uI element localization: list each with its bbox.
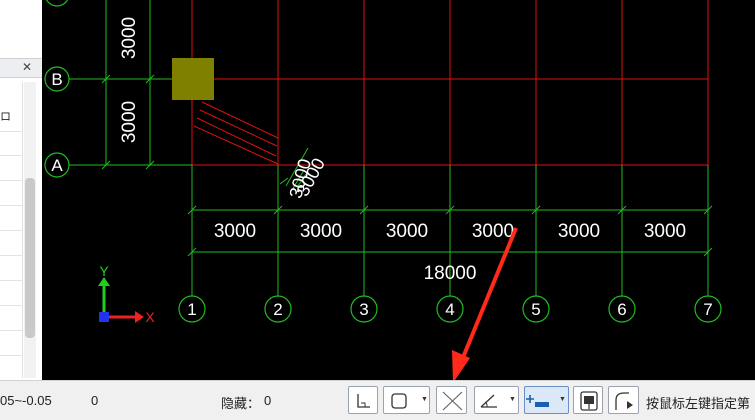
axis-label-b: B (51, 70, 62, 89)
callout-arrow-shaft (460, 227, 518, 361)
panel-row-divider (0, 155, 22, 156)
panel-column-divider (22, 82, 23, 378)
ucs-y-label: Y (99, 263, 109, 279)
polyline-arc-button[interactable] (608, 386, 639, 414)
axis-label-7: 7 (703, 300, 712, 319)
axis-label-6: 6 (617, 300, 626, 319)
dynamic-input-icon (526, 395, 549, 407)
dim-text-5-6: 3000 (558, 221, 600, 242)
cross-icon (442, 391, 463, 411)
axis-label-4: 4 (445, 300, 454, 319)
clip-button[interactable] (573, 386, 603, 414)
ucs-x-arrow (135, 311, 144, 323)
axis-label-a: A (51, 156, 63, 175)
snap-mode-button[interactable]: ▼ (383, 386, 430, 414)
angle-button[interactable]: ▼ (474, 386, 519, 414)
panel-row-divider (0, 355, 22, 356)
clip-icon (580, 391, 598, 411)
panel-row-divider (0, 330, 22, 331)
axis-label-3: 3 (359, 300, 368, 319)
status-value: 0 (91, 393, 99, 408)
panel-cell-text: ロ (0, 111, 11, 123)
elevation-range: 05~-0.05 (0, 393, 52, 408)
column-block[interactable] (172, 58, 214, 100)
command-hint: 按鼠标左键指定第 (646, 396, 751, 411)
chevron-down-icon[interactable]: ▼ (421, 396, 428, 403)
chevron-down-icon[interactable]: ▼ (509, 396, 516, 403)
panel-scrollbar-thumb[interactable] (25, 178, 35, 338)
diagonal-line (199, 109, 278, 147)
row-axis-labels: C B A (51, 0, 63, 175)
dynamic-input-button[interactable]: ▼ (524, 386, 569, 414)
panel-row-divider (0, 205, 22, 206)
panel-row-divider (0, 230, 22, 231)
dim-text-1-2: 3000 (214, 221, 256, 242)
status-bar: 05~-0.05 0 隐藏： 0 ▼ ▼ ▼ 按鼠标左键指定第 (0, 380, 755, 420)
axis-label-c: C (51, 0, 63, 4)
polyline-arc-icon (615, 392, 633, 410)
snap-box-icon (391, 393, 407, 409)
panel-row-divider (0, 280, 22, 281)
callout-arrow-head (452, 350, 470, 380)
dimension-tick (279, 177, 289, 185)
close-icon[interactable]: ✕ (22, 59, 32, 75)
dim-text-ab: 3000 (119, 101, 140, 143)
cross-snap-button[interactable] (436, 386, 467, 414)
dim-text-total: 18000 (424, 263, 477, 284)
dim-text-6-7: 3000 (644, 221, 686, 242)
hidden-count: 0 (264, 393, 272, 408)
ucs-x-label: X (145, 309, 155, 325)
diagonal-line (201, 101, 279, 139)
dim-text-2-3: 3000 (300, 221, 342, 242)
panel-row-divider (0, 131, 22, 132)
panel-row-divider (0, 180, 22, 181)
diagonal-dimensions: 3000 3000 (285, 155, 329, 201)
ucs-icon: Y X (98, 263, 155, 325)
ortho-button[interactable] (348, 386, 378, 414)
panel-header (0, 58, 42, 78)
angle-icon (480, 394, 497, 408)
chevron-down-icon[interactable]: ▼ (559, 396, 566, 403)
axis-label-2: 2 (273, 300, 282, 319)
diagonal-members (193, 101, 279, 165)
panel-row-divider (0, 255, 22, 256)
extension-lines (68, 0, 713, 296)
hidden-label: 隐藏： (221, 396, 261, 411)
axis-label-1: 1 (187, 300, 196, 319)
diagonal-line (196, 117, 277, 157)
panel-row-divider (0, 305, 22, 306)
dim-text-3-4: 3000 (386, 221, 428, 242)
vertical-dimensions: 3000 3000 (119, 17, 140, 143)
axis-grid (191, 0, 709, 166)
ucs-origin (99, 312, 109, 322)
ortho-icon (357, 394, 370, 408)
dim-text-4-5: 3000 (472, 221, 514, 242)
axis-label-5: 5 (531, 300, 540, 319)
left-panel: ✕ ロ (0, 0, 43, 380)
dim-text-bc: 3000 (119, 17, 140, 59)
drawing-canvas[interactable]: C B A 1 2 3 4 5 6 7 3000 3000 (42, 0, 755, 380)
